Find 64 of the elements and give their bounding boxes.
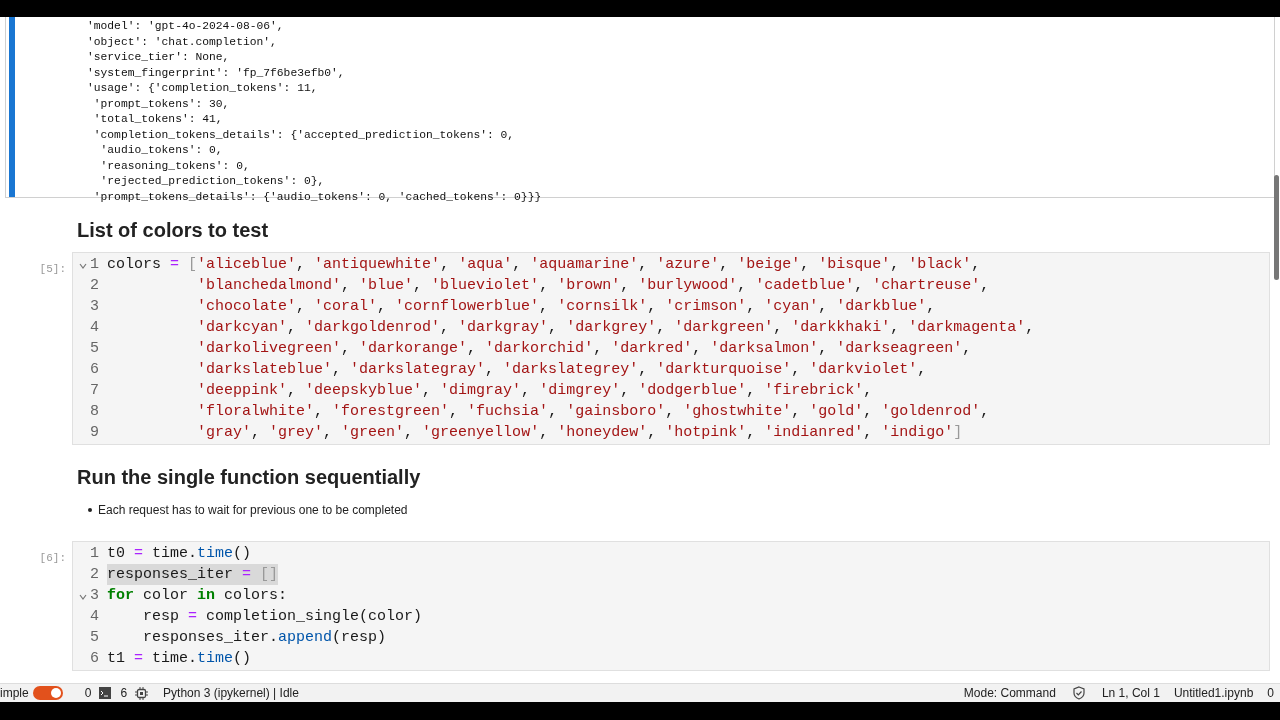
line-number: 3: [90, 297, 99, 317]
line-number: 6: [90, 649, 99, 669]
output-line: 'object': 'chat.completion',: [87, 34, 278, 50]
editor-mode[interactable]: Mode: Command: [963, 684, 1056, 702]
line-number: 2: [90, 565, 99, 585]
code-line: 'darkcyan', 'darkgoldenrod', 'darkgray', 'darkgrey', 'darkgreen', 'darkkhaki', 'darkmagenta',: [196, 318, 1035, 338]
execution-count: [5]:: [39, 263, 66, 275]
notification-count[interactable]: 0: [1267, 684, 1274, 702]
output-line: 'total_tokens': 41,: [92, 112, 224, 127]
fold-caret-icon[interactable]: [79, 263, 87, 269]
output-line: 'audio_tokens': 0,: [99, 143, 224, 158]
line-number: 3: [90, 586, 99, 606]
code-editor[interactable]: [72, 252, 1270, 445]
output-line: 'prompt_tokens': 30,: [92, 96, 231, 112]
code-line: 'floralwhite', 'forestgreen', 'fuchsia', 'gainsboro', 'ghostwhite', 'gold', 'goldenrod',: [196, 402, 990, 422]
output-line: 'system_fingerprint': 'fp_7f6be3efb0',: [87, 65, 346, 81]
fold-caret-icon[interactable]: [79, 594, 87, 600]
code-line: responses_iter.append(resp): [142, 628, 387, 648]
output-line: 'reasoning_tokens': 0,: [99, 158, 251, 174]
code-line: resp = completion_single(color): [142, 607, 423, 627]
line-number: 1: [90, 544, 99, 564]
chip-icon[interactable]: [135, 686, 149, 700]
bullet-icon: [88, 508, 92, 512]
code-line: t0 = time.time(): [107, 544, 252, 564]
terminal-count[interactable]: 0: [84, 684, 92, 702]
simple-mode-toggle[interactable]: [32, 686, 63, 700]
output-line: 'rejected_prediction_tokens': 0},: [99, 174, 326, 189]
output-line: 'model': 'gpt-4o-2024-08-06',: [87, 19, 285, 34]
output-line: 'usage': {'completion_tokens': 11,: [87, 81, 319, 96]
section-heading: Run the single function sequentially: [77, 465, 422, 490]
line-number: 4: [90, 318, 99, 338]
code-line: 'gray', 'grey', 'green', 'greenyellow', 'honeydew', 'hotpink', 'indianred', 'indigo']: [196, 423, 963, 443]
line-number: 6: [90, 360, 99, 380]
kernel-count[interactable]: 6: [120, 684, 128, 702]
file-name[interactable]: Untitled1.ipynb: [1173, 684, 1254, 702]
line-number: 5: [90, 628, 99, 648]
code-line: 'blanchedalmond', 'blue', 'blueviolet', 'brown', 'burlywood', 'cadetblue', 'chartreuse',: [196, 276, 990, 296]
output-line: 'service_tier': None,: [87, 50, 231, 65]
line-number: 9: [90, 423, 99, 443]
code-line: 'darkslateblue', 'darkslategray', 'darkslategrey', 'darkturquoise', 'darkviolet',: [196, 360, 927, 380]
line-number: 8: [90, 402, 99, 422]
code-line: 'deeppink', 'deepskyblue', 'dimgray', 'dimgrey', 'dodgerblue', 'firebrick',: [196, 381, 873, 401]
mode-label: imple: [0, 685, 29, 702]
code-line: for color in colors:: [107, 586, 288, 606]
scrollbar-thumb[interactable]: [1274, 175, 1279, 280]
line-number: 2: [90, 276, 99, 296]
line-number: 7: [90, 381, 99, 401]
bullet-text: Each request has to wait for previous one to be completed: [98, 502, 408, 519]
output-line: 'prompt_tokens_details': {'audio_tokens': 0, 'cached_tokens': 0}}}: [92, 189, 542, 205]
line-number: 5: [90, 339, 99, 359]
terminal-icon[interactable]: [99, 687, 112, 699]
shield-check-icon[interactable]: [1071, 686, 1086, 700]
code-line: t1 = time.time(): [107, 649, 252, 669]
section-heading: List of colors to test: [77, 218, 270, 243]
code-line: 'chocolate', 'coral', 'cornflowerblue', 'cornsilk', 'crimson', 'cyan', 'darkblue',: [196, 297, 936, 317]
output-line: 'completion_tokens_details': {'accepted_prediction_tokens': 0,: [92, 127, 516, 143]
code-editor[interactable]: 1 t0 = time.time() 2 responses_iter = [] 3 for color in colors: 4 resp = completion_single(color) 5 responses_iter.append(resp) 6 t1 = time.time(): [72, 541, 1270, 671]
cursor-position[interactable]: Ln 1, Col 1: [1101, 684, 1160, 702]
kernel-status[interactable]: Python 3 (ipykernel) | Idle: [163, 684, 299, 702]
code-line: colors = ['aliceblue', 'antiquewhite', 'aqua', 'aquamarine', 'azure', 'beige', 'bisque', 'black',: [107, 255, 981, 275]
line-number: 4: [90, 607, 99, 627]
line-number: 1: [90, 255, 99, 275]
code-line: 'darkolivegreen', 'darkorange', 'darkorchid', 'darkred', 'darksalmon', 'darkseagreen',: [196, 339, 972, 359]
execution-count: [6]:: [39, 552, 66, 564]
